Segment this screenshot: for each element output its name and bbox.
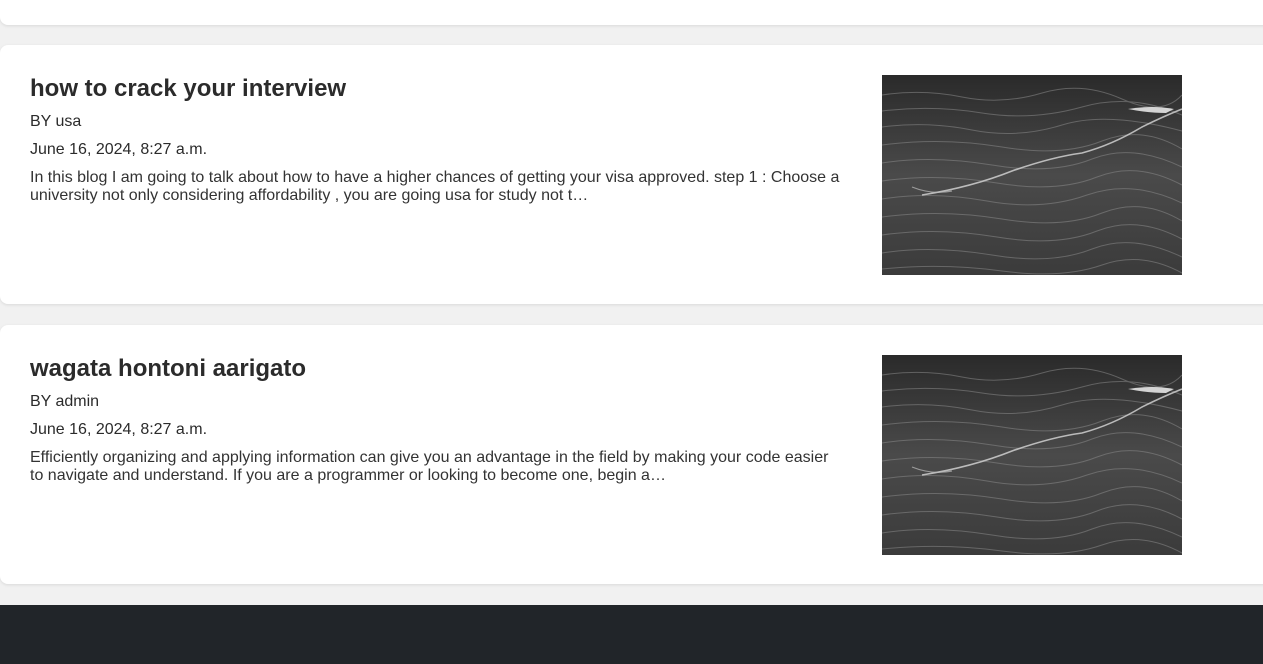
post-thumbnail-image[interactable] (882, 75, 1182, 275)
post-card: wagata hontoni aarigato BY admin June 16… (0, 325, 1263, 584)
post-card: how to crack your interview BY usa June … (0, 45, 1263, 304)
post-title[interactable]: how to crack your interview (30, 74, 346, 104)
post-date: June 16, 2024, 8:27 a.m. (30, 421, 208, 438)
post-title[interactable]: wagata hontoni aarigato (30, 354, 306, 384)
post-author: BY usa (30, 113, 82, 130)
post-date: June 16, 2024, 8:27 a.m. (30, 141, 208, 158)
post-excerpt: In this blog I am going to talk about ho… (30, 169, 840, 204)
post-author: BY admin (30, 393, 100, 410)
post-thumbnail-image[interactable] (882, 355, 1182, 555)
previous-post-card (0, 0, 1263, 25)
post-excerpt: Efficiently organizing and applying info… (30, 449, 829, 484)
page-footer (0, 605, 1263, 664)
